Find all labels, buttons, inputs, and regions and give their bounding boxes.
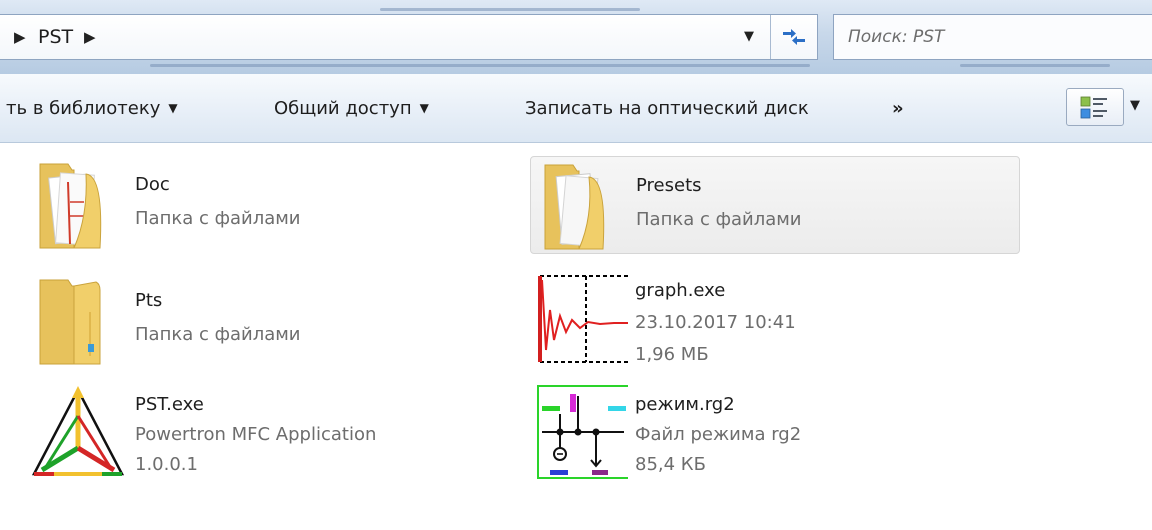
breadcrumb-root-arrow-icon[interactable]: ▶ — [14, 28, 26, 46]
folder-icon — [39, 163, 102, 249]
file-tile-doc[interactable]: Doc Папка с файлами — [30, 156, 520, 254]
view-toggle[interactable] — [1066, 88, 1124, 126]
file-name: PST.exe — [135, 394, 204, 415]
file-type: Папка с файлами — [135, 324, 301, 345]
change-view-icon — [1080, 96, 1107, 119]
file-tile-rezhim-rg2[interactable]: режим.rg2 Файл режима rg2 85,4 КБ — [530, 384, 1020, 482]
circuit-file-icon — [537, 385, 628, 479]
view-options-dropdown-icon[interactable]: ▼ — [1130, 98, 1140, 113]
graph-app-icon — [538, 274, 628, 364]
glass-decoration — [380, 8, 640, 11]
file-size: 1,96 МБ — [635, 344, 709, 365]
file-name: режим.rg2 — [635, 394, 735, 415]
chevron-down-icon: ▼ — [419, 101, 429, 115]
file-type: Папка с файлами — [636, 209, 802, 230]
address-bar[interactable]: ▶ PST ▶ ▼ — [0, 14, 818, 60]
glass-decoration — [150, 64, 810, 67]
file-type: Файл режима rg2 — [635, 424, 802, 445]
file-version: 1.0.0.1 — [135, 454, 198, 475]
file-tile-pts[interactable]: Pts Папка с файлами — [30, 272, 520, 370]
folder-icon — [544, 164, 605, 250]
glass-decoration — [960, 64, 1110, 67]
more-commands-label: » — [892, 98, 904, 119]
file-modified-date: 23.10.2017 10:41 — [635, 312, 796, 333]
file-name: Pts — [135, 290, 163, 311]
file-tile-pst-exe[interactable]: PST.exe Powertron MFC Application 1.0.0.… — [30, 386, 520, 484]
burn-to-disc-button[interactable]: Записать на оптический диск — [525, 98, 809, 119]
chevron-down-icon: ▼ — [168, 101, 178, 115]
file-type: Папка с файлами — [135, 208, 301, 229]
triangle-app-icon — [31, 386, 125, 476]
file-tile-graph-exe[interactable]: graph.exe 23.10.2017 10:41 1,96 МБ — [530, 270, 1020, 368]
file-description: Powertron MFC Application — [135, 424, 377, 445]
file-name: Doc — [135, 174, 170, 195]
search-input[interactable] — [834, 15, 1148, 59]
change-view-button[interactable]: ▼ — [1066, 88, 1152, 128]
more-commands-button[interactable]: » — [892, 98, 904, 119]
add-to-library-label: ть в библиотеку — [6, 98, 161, 119]
refresh-button[interactable] — [770, 15, 816, 59]
file-tile-presets[interactable]: Presets Папка с файлами — [530, 156, 1020, 254]
command-bar: ть в библиотеку ▼ Общий доступ ▼ Записать … — [0, 74, 1152, 143]
refresh-arrows-icon — [783, 29, 805, 45]
chevron-down-icon: ▼ — [744, 29, 754, 44]
share-label: Общий доступ — [274, 98, 412, 119]
add-to-library-button[interactable]: ть в библиотеку ▼ — [6, 98, 178, 119]
file-name: Presets — [636, 175, 702, 196]
share-button[interactable]: Общий доступ ▼ — [274, 98, 429, 119]
address-bar-region: ▶ PST ▶ ▼ — [0, 0, 1152, 74]
folder-icon — [39, 279, 101, 365]
breadcrumb-arrow-icon[interactable]: ▶ — [84, 28, 96, 46]
search-field[interactable] — [833, 14, 1152, 60]
burn-to-disc-label: Записать на оптический диск — [525, 98, 809, 119]
address-history-dropdown[interactable]: ▼ — [736, 29, 766, 47]
file-name: graph.exe — [635, 280, 726, 301]
breadcrumb-item-pst[interactable]: PST — [38, 26, 73, 48]
file-size: 85,4 КБ — [635, 454, 706, 475]
